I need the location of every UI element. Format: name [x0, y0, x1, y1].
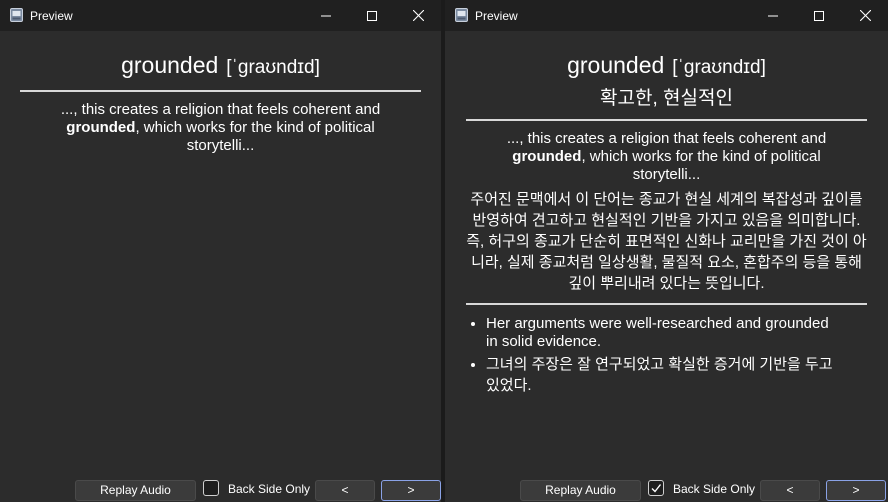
pronunciation: [ˈɡraʊndɪd] [226, 57, 320, 78]
minimize-button[interactable] [303, 0, 349, 31]
minimize-icon [768, 15, 778, 16]
separator [466, 303, 867, 305]
back-side-only-label[interactable]: Back Side Only [228, 482, 310, 496]
card-content: grounded [ˈɡraʊndɪd] ..., this creates a … [0, 31, 441, 474]
headword: grounded [567, 52, 665, 78]
replay-audio-button[interactable]: Replay Audio [75, 480, 196, 501]
titlebar[interactable]: Preview [445, 0, 888, 31]
maximize-button[interactable] [349, 0, 395, 31]
titlebar[interactable]: Preview [0, 0, 441, 31]
app-icon [10, 8, 23, 22]
headword-line: grounded [ˈɡraʊndɪd] [0, 51, 441, 82]
separator [466, 119, 867, 121]
previous-button[interactable]: < [760, 480, 820, 501]
example-sentence-english: Her arguments were well-researched and g… [486, 315, 838, 351]
app-icon [455, 8, 468, 22]
window-title: Preview [30, 9, 73, 23]
bottom-toolbar: Replay Audio Back Side Only < > [0, 474, 441, 502]
next-button[interactable]: > [826, 480, 886, 501]
close-icon [859, 10, 871, 21]
back-side-only-checkbox[interactable] [203, 480, 219, 496]
context-highlight: grounded [512, 148, 582, 165]
next-button[interactable]: > [381, 480, 441, 501]
definition: 확고한, 현실적인 [600, 88, 733, 109]
close-button[interactable] [842, 0, 888, 31]
window-title: Preview [475, 9, 518, 23]
example-sentence-korean: 그녀의 주장은 잘 연구되었고 확실한 증거에 기반을 두고 있었다. [486, 354, 838, 396]
minimize-icon [321, 15, 331, 16]
preview-window-front: Preview grounded [ˈɡraʊndɪd] ..., this cr… [0, 0, 441, 502]
context-sentence: ..., this creates a religion that feels … [41, 101, 401, 155]
example-list: Her arguments were well-researched and g… [445, 315, 838, 396]
preview-window-back: Preview grounded [ˈɡraʊndɪd] 확고한, 현실적인 ..… [445, 0, 888, 502]
context-suffix: , which works for the kind of political … [581, 148, 821, 183]
context-highlight: grounded [66, 119, 136, 136]
context-prefix: ..., this creates a religion that feels … [506, 130, 827, 147]
card-content: grounded [ˈɡraʊndɪd] 확고한, 현실적인 ..., this … [445, 31, 888, 474]
replay-audio-button[interactable]: Replay Audio [520, 480, 641, 501]
close-button[interactable] [395, 0, 441, 31]
headword: grounded [121, 52, 219, 78]
back-side-only-checkbox[interactable] [648, 480, 664, 496]
separator [20, 90, 421, 92]
context-suffix: , which works for the kind of political … [135, 119, 375, 154]
headword-line: grounded [ˈɡraʊndɪd] [445, 51, 888, 82]
context-explanation: 주어진 문맥에서 이 단어는 종교가 현실 세계의 복잡성과 깊이를 반영하여 … [466, 191, 867, 292]
close-icon [412, 10, 424, 21]
context-prefix: ..., this creates a religion that feels … [60, 101, 381, 118]
minimize-button[interactable] [750, 0, 796, 31]
previous-button[interactable]: < [315, 480, 375, 501]
maximize-icon [814, 10, 824, 21]
maximize-button[interactable] [796, 0, 842, 31]
maximize-icon [367, 10, 377, 21]
bottom-toolbar: Replay Audio Back Side Only < > [445, 474, 888, 502]
back-side-only-label[interactable]: Back Side Only [673, 482, 755, 496]
checkmark-icon [651, 484, 662, 493]
context-sentence: ..., this creates a religion that feels … [487, 130, 847, 184]
pronunciation: [ˈɡraʊndɪd] [672, 57, 766, 78]
